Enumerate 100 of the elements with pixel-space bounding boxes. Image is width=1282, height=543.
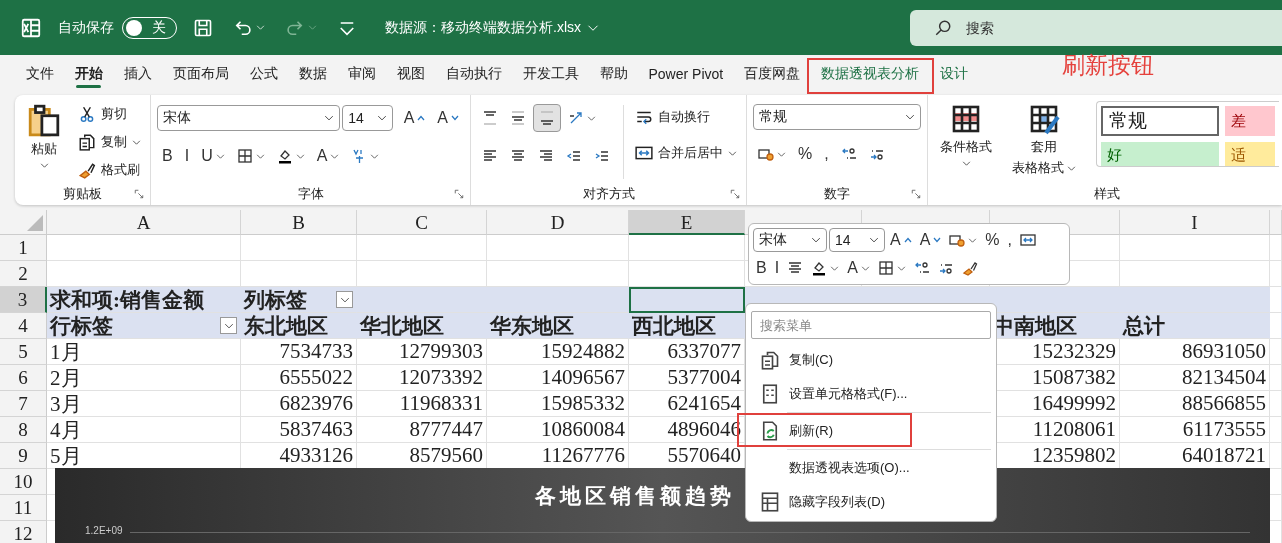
filter-button[interactable] bbox=[220, 317, 237, 334]
cut-button[interactable]: 剪切 bbox=[75, 101, 144, 127]
column-header[interactable]: D bbox=[487, 210, 629, 235]
shrink-font-button[interactable]: A bbox=[916, 227, 945, 253]
ribbon-tab[interactable]: 设计 bbox=[929, 59, 979, 88]
percent-button[interactable]: % bbox=[793, 140, 818, 168]
row-header[interactable]: 12 bbox=[0, 521, 47, 543]
column-header[interactable]: E bbox=[629, 210, 745, 235]
menu-item[interactable]: 刷新(R) bbox=[751, 414, 991, 448]
launcher-icon[interactable] bbox=[454, 189, 464, 199]
font-color-button[interactable]: A bbox=[844, 255, 873, 281]
table-cell: 华东地区 bbox=[487, 313, 629, 339]
comma-style-button[interactable]: , bbox=[819, 140, 834, 168]
cell-style-option[interactable]: 好 bbox=[1101, 142, 1219, 166]
underline-button[interactable]: U bbox=[196, 142, 230, 170]
ribbon-tab[interactable]: 页面布局 bbox=[162, 59, 239, 88]
bold-button[interactable]: B bbox=[157, 142, 178, 170]
menu-item[interactable]: 隐藏字段列表(D) bbox=[751, 485, 991, 519]
ribbon-tab[interactable]: 公式 bbox=[239, 59, 288, 88]
ribbon-tab[interactable]: Power Pivot bbox=[638, 59, 734, 88]
italic-button[interactable]: I bbox=[179, 142, 195, 170]
grow-font-button[interactable]: A bbox=[398, 104, 431, 132]
comma-style-button[interactable]: , bbox=[1004, 227, 1016, 253]
menu-item[interactable]: 数据透视表选项(O)... bbox=[751, 451, 991, 485]
font-size-dropdown[interactable]: 14 bbox=[829, 228, 885, 252]
paste-button[interactable]: 粘贴 bbox=[21, 101, 67, 183]
row-header[interactable]: 8 bbox=[0, 417, 47, 443]
menu-search-field[interactable]: 搜索菜单 bbox=[751, 311, 991, 339]
row-header[interactable]: 10 bbox=[0, 469, 47, 495]
chevron-down-icon bbox=[451, 114, 459, 122]
copy-button[interactable]: 复制 bbox=[75, 129, 144, 155]
caret-icon bbox=[255, 151, 265, 161]
row-header[interactable]: 1 bbox=[0, 235, 47, 261]
shrink-font-button[interactable]: A bbox=[432, 104, 464, 132]
row-header[interactable]: 6 bbox=[0, 365, 47, 391]
menu-item[interactable]: 设置单元格格式(F)... bbox=[751, 377, 991, 411]
ribbon-tab[interactable]: 开发工具 bbox=[512, 59, 589, 88]
column-header[interactable]: A bbox=[47, 210, 241, 235]
filter-button[interactable] bbox=[336, 291, 353, 308]
group-label: 对齐方式 bbox=[582, 185, 635, 203]
row-header[interactable]: 2 bbox=[0, 261, 47, 287]
font-dropdown[interactable]: 宋体 bbox=[157, 105, 341, 131]
cell-style-option[interactable]: 差 bbox=[1225, 106, 1275, 136]
grow-font-button[interactable]: A bbox=[887, 227, 915, 253]
ribbon-tab[interactable]: 数据透视表分析 bbox=[810, 59, 930, 88]
table-cell: 14096567 bbox=[487, 365, 629, 391]
brush-icon bbox=[961, 260, 978, 276]
row-header[interactable]: 7 bbox=[0, 391, 47, 417]
group-label: 剪贴板 bbox=[63, 185, 102, 203]
font-dropdown[interactable]: 宋体 bbox=[753, 228, 827, 252]
bold-button[interactable]: B bbox=[753, 255, 770, 281]
italic-button[interactable]: I bbox=[771, 255, 783, 281]
empty-cell bbox=[1270, 391, 1282, 417]
merge-center-button[interactable]: 合并后居中 bbox=[632, 140, 740, 166]
ribbon-tab[interactable]: 开始 bbox=[64, 59, 113, 88]
row-header[interactable]: 11 bbox=[0, 495, 47, 521]
ribbon-tab[interactable]: 帮助 bbox=[589, 59, 638, 88]
empty-cell bbox=[1270, 365, 1282, 391]
launcher-icon[interactable] bbox=[730, 189, 740, 199]
merge-icon bbox=[635, 144, 653, 162]
painter-button[interactable]: 格式刷 bbox=[75, 157, 144, 183]
align-bottom-button[interactable] bbox=[533, 104, 561, 132]
ribbon-tab[interactable]: 自动执行 bbox=[435, 59, 512, 88]
font-size-dropdown[interactable]: 14 bbox=[342, 105, 393, 131]
row-header[interactable]: 3 bbox=[0, 287, 47, 313]
font-color-button[interactable]: A bbox=[311, 142, 345, 170]
conditional-format-button[interactable]: 条件格式 bbox=[934, 101, 998, 183]
row-header[interactable]: 9 bbox=[0, 443, 47, 469]
ribbon-tab[interactable]: 视图 bbox=[386, 59, 435, 88]
file-title[interactable]: 数据源：移动终端数据分析.xlsx bbox=[385, 18, 599, 37]
wrap-text-button[interactable]: 自动换行 bbox=[632, 104, 740, 130]
search-field[interactable]: 搜索 bbox=[910, 9, 1282, 46]
chart-title: 各地区销售额趋势 bbox=[535, 483, 735, 510]
row-header[interactable]: 5 bbox=[0, 339, 47, 365]
save-button[interactable] bbox=[193, 17, 213, 38]
caret-icon bbox=[308, 23, 317, 32]
ribbon-tab[interactable]: 数据 bbox=[288, 59, 337, 88]
ribbon-tab[interactable]: 插入 bbox=[113, 59, 162, 88]
brush-icon bbox=[78, 161, 96, 179]
number-format-dropdown[interactable]: 常规 bbox=[753, 104, 921, 130]
ribbon-tab[interactable]: 百度网盘 bbox=[733, 59, 811, 88]
percent-button[interactable]: % bbox=[982, 227, 1003, 253]
row-header[interactable]: 4 bbox=[0, 313, 47, 339]
column-header[interactable]: B bbox=[241, 210, 357, 235]
ribbon-tab[interactable]: 审阅 bbox=[337, 59, 386, 88]
launcher-icon[interactable] bbox=[134, 189, 144, 199]
field-list-icon bbox=[760, 492, 780, 512]
search-icon bbox=[934, 18, 952, 37]
table-cell: 86931050 bbox=[1120, 339, 1270, 365]
autosave-label: 自动保存 bbox=[58, 18, 114, 37]
menu-item[interactable]: 复制(C) bbox=[751, 343, 991, 377]
table-format-button[interactable]: 套用 表格格式 bbox=[1006, 101, 1082, 183]
caret-icon bbox=[1067, 163, 1076, 173]
empty-cell bbox=[1270, 417, 1282, 443]
launcher-icon[interactable] bbox=[911, 189, 921, 199]
cell-style-option[interactable]: 常规 bbox=[1101, 106, 1219, 136]
ribbon-tab[interactable]: 文件 bbox=[15, 59, 64, 88]
column-header[interactable]: I bbox=[1120, 210, 1270, 235]
column-header[interactable]: C bbox=[357, 210, 487, 235]
cell-style-option[interactable]: 适 bbox=[1225, 142, 1275, 166]
